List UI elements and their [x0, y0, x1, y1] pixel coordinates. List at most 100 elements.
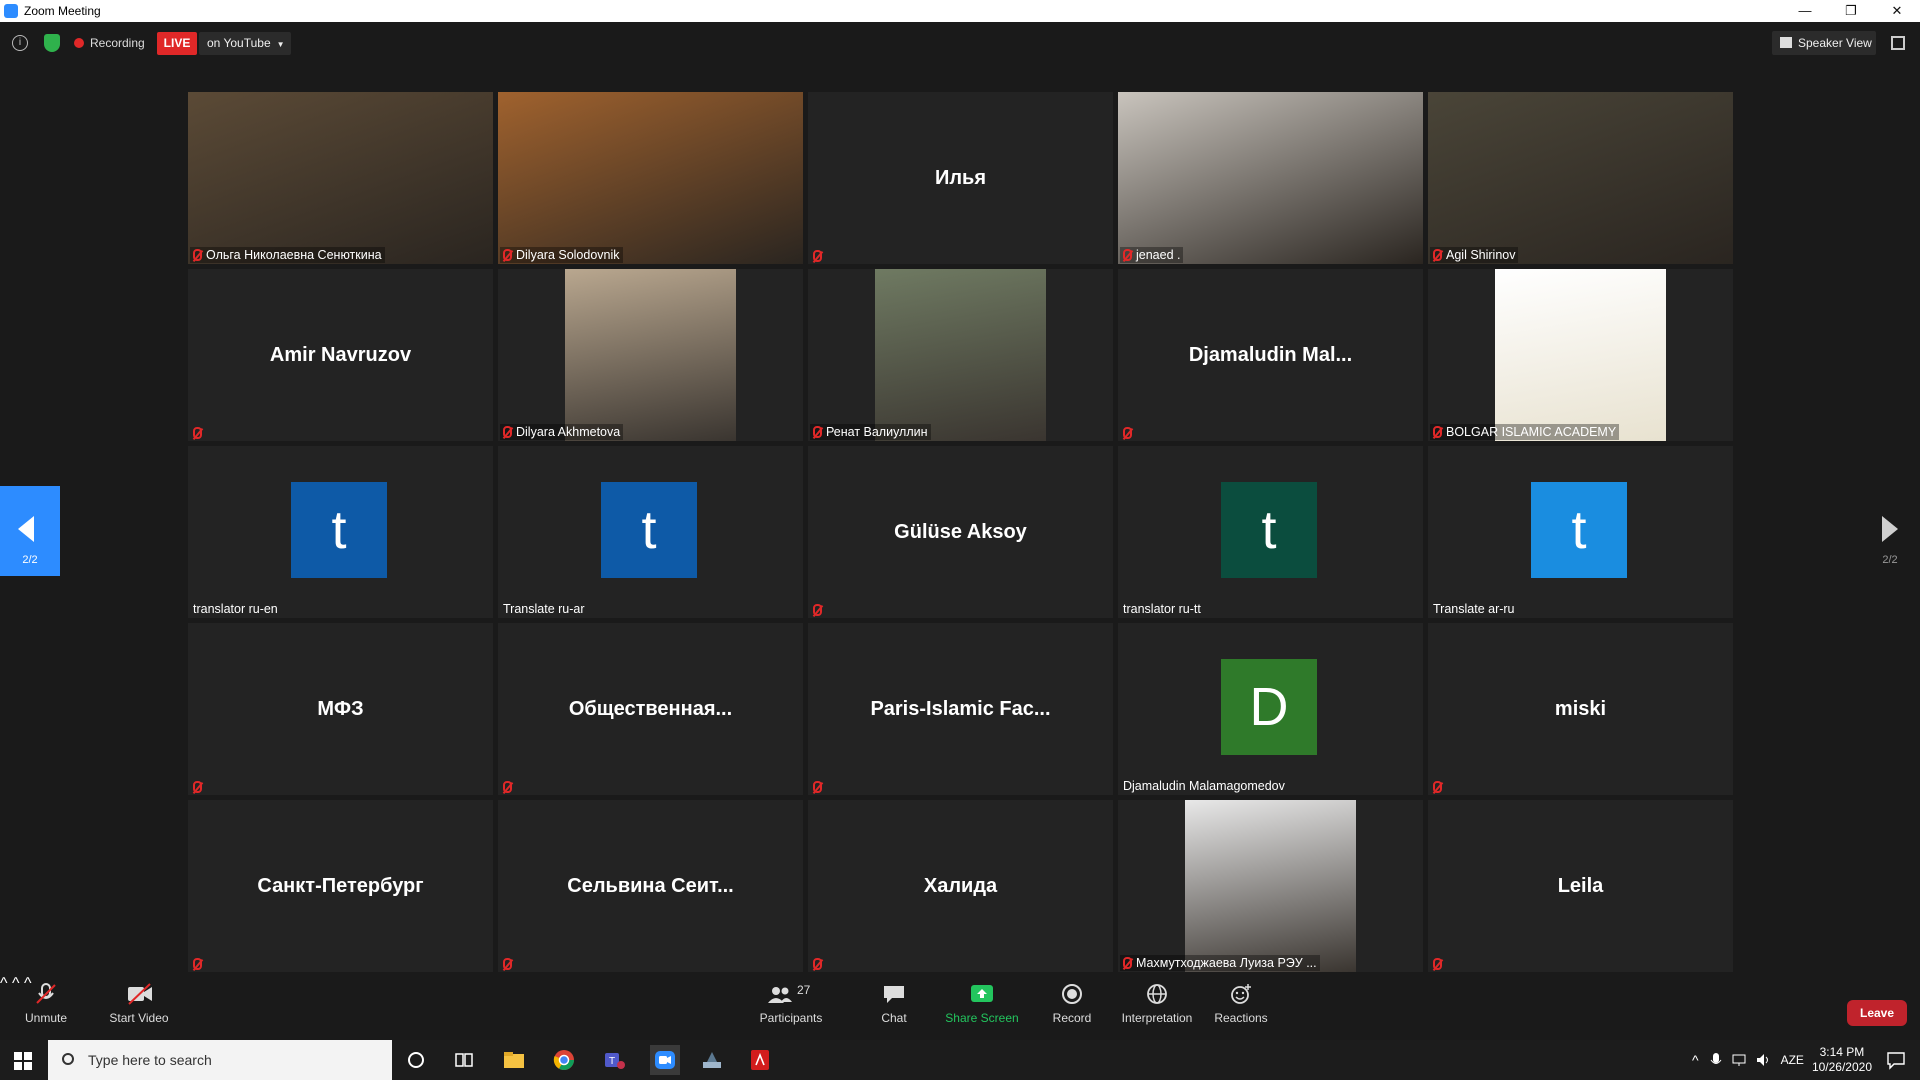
- participant-tile[interactable]: Ольга Николаевна Сенюткина: [188, 92, 493, 264]
- system-tray: ^ AZE 3:14 PM 10/26/2020: [1692, 1040, 1920, 1080]
- view-grid-icon: [1780, 37, 1792, 48]
- participant-display-name: МФЗ: [317, 697, 364, 720]
- participant-name-label: Djamaludin Malamagomedov: [1120, 778, 1288, 794]
- participant-tile[interactable]: Gülüse Aksoy: [808, 446, 1113, 618]
- participant-photo: [1495, 269, 1666, 441]
- participant-tile[interactable]: t translator ru-en: [188, 446, 493, 618]
- recording-indicator[interactable]: Recording: [74, 33, 145, 53]
- window-title: Zoom Meeting: [24, 4, 101, 18]
- live-badge: LIVE: [157, 32, 197, 55]
- cortana-icon[interactable]: [404, 1048, 428, 1072]
- participant-tile[interactable]: Махмутходжаева Луиза РЭУ ...: [1118, 800, 1423, 972]
- info-icon[interactable]: i: [12, 35, 28, 51]
- share-screen-button[interactable]: Share Screen: [944, 983, 1020, 1025]
- participant-tile[interactable]: Халида: [808, 800, 1113, 972]
- share-screen-label: Share Screen: [945, 1011, 1019, 1025]
- participant-tile[interactable]: Илья: [808, 92, 1113, 264]
- participant-name-label: translator ru-tt: [1120, 601, 1204, 617]
- audio-options-caret-icon[interactable]: ^: [0, 975, 8, 992]
- reactions-button[interactable]: Reactions: [1212, 983, 1270, 1025]
- input-language[interactable]: AZE: [1781, 1053, 1804, 1067]
- close-button[interactable]: ✕: [1874, 0, 1920, 22]
- mic-muted-icon: [1123, 249, 1132, 261]
- file-explorer-icon[interactable]: [502, 1048, 526, 1072]
- participants-button[interactable]: 27 Participants: [756, 983, 826, 1025]
- chat-button[interactable]: Chat: [868, 983, 920, 1025]
- microphone-tray-icon[interactable]: [1709, 1052, 1723, 1068]
- participant-name: Dilyara Solodovnik: [516, 248, 620, 262]
- interpretation-button[interactable]: Interpretation: [1118, 983, 1196, 1025]
- zoom-taskbar-icon[interactable]: [650, 1045, 680, 1075]
- participant-tile[interactable]: Сельвина Сеит...: [498, 800, 803, 972]
- task-view-icon[interactable]: [452, 1048, 476, 1072]
- participant-tile[interactable]: Общественная...: [498, 623, 803, 795]
- network-icon[interactable]: [1731, 1052, 1747, 1068]
- chrome-icon[interactable]: [552, 1048, 576, 1072]
- windows-taskbar: Type here to search T ^ AZE 3:14 PM 10/2…: [0, 1040, 1920, 1080]
- participant-tile[interactable]: t translator ru-tt: [1118, 446, 1423, 618]
- participant-name: translator ru-en: [193, 602, 278, 616]
- record-icon: [1060, 983, 1084, 1005]
- participant-tile[interactable]: Ренат Валиуллин: [808, 269, 1113, 441]
- participant-tile[interactable]: МФЗ: [188, 623, 493, 795]
- participant-name-label: Dilyara Akhmetova: [500, 424, 624, 440]
- start-video-button[interactable]: Start Video: [104, 983, 174, 1025]
- minimize-button[interactable]: —: [1782, 0, 1828, 22]
- previous-page-button[interactable]: 2/2: [0, 486, 60, 576]
- participant-tile[interactable]: Paris-Islamic Fac...: [808, 623, 1113, 795]
- participant-photo: [565, 269, 736, 441]
- participant-display-name: Халида: [923, 874, 998, 897]
- participant-tile[interactable]: D Djamaludin Malamagomedov: [1118, 623, 1423, 795]
- start-video-label: Start Video: [109, 1011, 169, 1025]
- mic-muted-icon: [503, 958, 512, 970]
- unmute-button[interactable]: Unmute: [18, 983, 74, 1025]
- arrow-right-icon: [1882, 516, 1898, 542]
- mic-muted-icon: [1123, 427, 1132, 439]
- windows-start-icon[interactable]: [14, 1052, 32, 1070]
- teams-icon[interactable]: T: [602, 1048, 626, 1072]
- mic-muted-icon: [1433, 958, 1442, 970]
- participant-tile[interactable]: Agil Shirinov: [1428, 92, 1733, 264]
- reactions-label: Reactions: [1214, 1011, 1268, 1025]
- taskbar-search-input[interactable]: Type here to search: [48, 1040, 392, 1080]
- fullscreen-icon[interactable]: [1891, 36, 1905, 50]
- participant-tile[interactable]: Leila: [1428, 800, 1733, 972]
- record-button[interactable]: Record: [1048, 983, 1096, 1025]
- participant-display-name: Gülüse Aksoy: [894, 520, 1027, 543]
- participant-name: Ренат Валиуллин: [826, 425, 928, 439]
- participant-tile[interactable]: Dilyara Solodovnik: [498, 92, 803, 264]
- live-stream-label: on YouTube: [207, 36, 271, 50]
- volume-icon[interactable]: [1755, 1052, 1771, 1068]
- acrobat-icon[interactable]: [748, 1048, 772, 1072]
- scanner-app-icon[interactable]: [700, 1048, 724, 1072]
- participant-name-label: [500, 957, 519, 971]
- participant-name-label: [810, 603, 829, 617]
- participant-tile[interactable]: BOLGAR ISLAMIC ACADEMY: [1428, 269, 1733, 441]
- restore-button[interactable]: ❐: [1828, 0, 1874, 22]
- security-shield-icon[interactable]: [44, 34, 60, 52]
- leave-button[interactable]: Leave: [1847, 1000, 1907, 1026]
- participant-tile[interactable]: t Translate ru-ar: [498, 446, 803, 618]
- participant-name: jenaed .: [1136, 248, 1181, 262]
- participant-tile[interactable]: miski: [1428, 623, 1733, 795]
- participant-name-label: BOLGAR ISLAMIC ACADEMY: [1430, 424, 1620, 440]
- participant-name-label: [810, 780, 829, 794]
- participant-display-name: Общественная...: [568, 697, 733, 720]
- system-clock[interactable]: 3:14 PM 10/26/2020: [1812, 1045, 1872, 1075]
- participant-tile[interactable]: jenaed .: [1118, 92, 1423, 264]
- participant-name-label: [1120, 426, 1139, 440]
- live-stream-dropdown[interactable]: on YouTube ▼: [199, 32, 291, 55]
- notifications-icon[interactable]: [1886, 1050, 1906, 1070]
- participant-display-name: Amir Navruzov: [269, 343, 412, 366]
- participant-tile[interactable]: Amir Navruzov: [188, 269, 493, 441]
- participant-tile[interactable]: Dilyara Akhmetova: [498, 269, 803, 441]
- participant-video: [1118, 92, 1423, 264]
- speaker-view-button[interactable]: Speaker View: [1772, 31, 1876, 55]
- participant-tile[interactable]: Санкт-Петербург: [188, 800, 493, 972]
- taskbar-search-placeholder: Type here to search: [88, 1052, 212, 1068]
- participant-tile[interactable]: t Translate ar-ru: [1428, 446, 1733, 618]
- participant-tile[interactable]: Djamaludin Mal...: [1118, 269, 1423, 441]
- next-page-button[interactable]: 2/2: [1860, 510, 1920, 570]
- mic-muted-icon: [813, 250, 822, 262]
- tray-expand-icon[interactable]: ^: [1692, 1052, 1699, 1068]
